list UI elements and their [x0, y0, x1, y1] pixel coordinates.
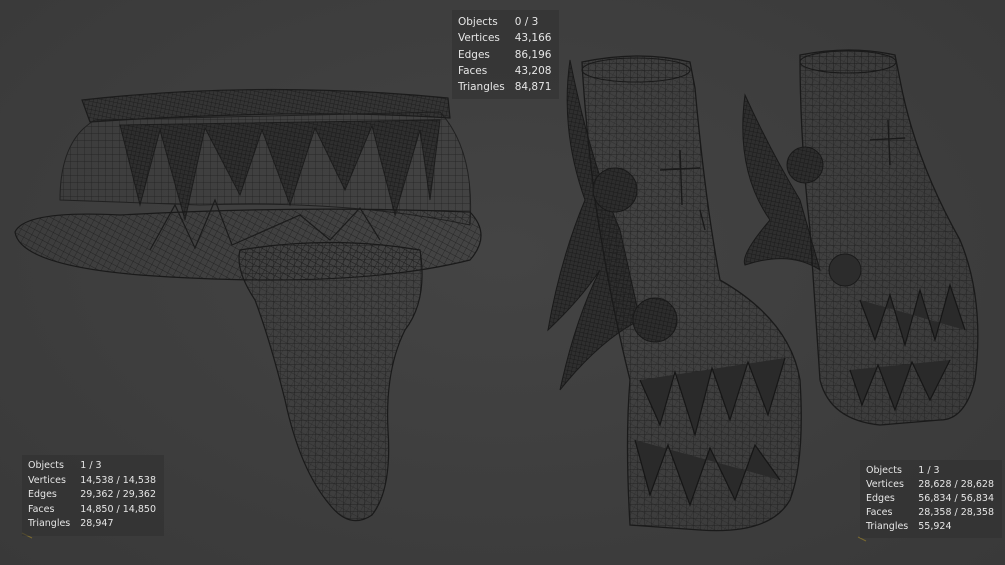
stat-label: Faces — [866, 507, 893, 518]
stat-label: Objects — [866, 465, 902, 476]
stat-value: 43,166 — [514, 32, 552, 45]
3d-viewport[interactable]: Objects 0 / 3 Vertices 43,166 Edges 86,196 … — [0, 0, 1005, 565]
stat-label: Triangles — [458, 81, 505, 94]
stat-label: Objects — [458, 16, 498, 28]
scene-statistics-left: Objects 1 / 3 Vertices 14,538 / 14,538 Edg… — [22, 455, 164, 536]
stat-label: Vertices — [28, 474, 66, 486]
scene-statistics-top: Objects 0 / 3 Vertices 43,166 Edges 86,196 … — [452, 10, 560, 100]
stat-label: Edges — [866, 493, 895, 504]
stat-value: 28,358 / 28,358 — [918, 507, 994, 518]
stat-label: Objects — [28, 460, 64, 471]
stat-value: 28,628 / 28,628 — [918, 479, 994, 490]
stat-value: 43,208 — [514, 64, 552, 77]
stat-value: 84,871 — [514, 81, 552, 94]
stat-label: Vertices — [866, 479, 904, 490]
stat-label: Faces — [28, 503, 55, 515]
stat-value: 1 / 3 — [80, 460, 102, 471]
scene-statistics-right: Objects 1 / 3 Vertices 28,628 / 28,628 Edg… — [860, 460, 1002, 538]
stat-value: 0 / 3 — [514, 16, 539, 28]
stat-value: 28,947 — [80, 518, 114, 529]
boot-mesh-front[interactable] — [547, 55, 802, 532]
stat-value: 56,834 / 56,834 — [918, 493, 994, 504]
stat-value: 86,196 — [514, 48, 552, 61]
stat-label: Edges — [458, 48, 490, 61]
stat-label: Vertices — [458, 32, 500, 45]
stat-label: Triangles — [866, 521, 909, 532]
stat-value: 14,850 / 14,850 — [80, 503, 156, 515]
stat-label: Edges — [28, 489, 57, 500]
stat-value: 55,924 — [918, 521, 952, 532]
stat-label: Faces — [458, 64, 488, 77]
stat-value: 29,362 / 29,362 — [80, 489, 156, 500]
stat-label: Triangles — [28, 518, 71, 529]
stat-value: 14,538 / 14,538 — [80, 474, 156, 486]
stat-value: 1 / 3 — [918, 465, 940, 476]
